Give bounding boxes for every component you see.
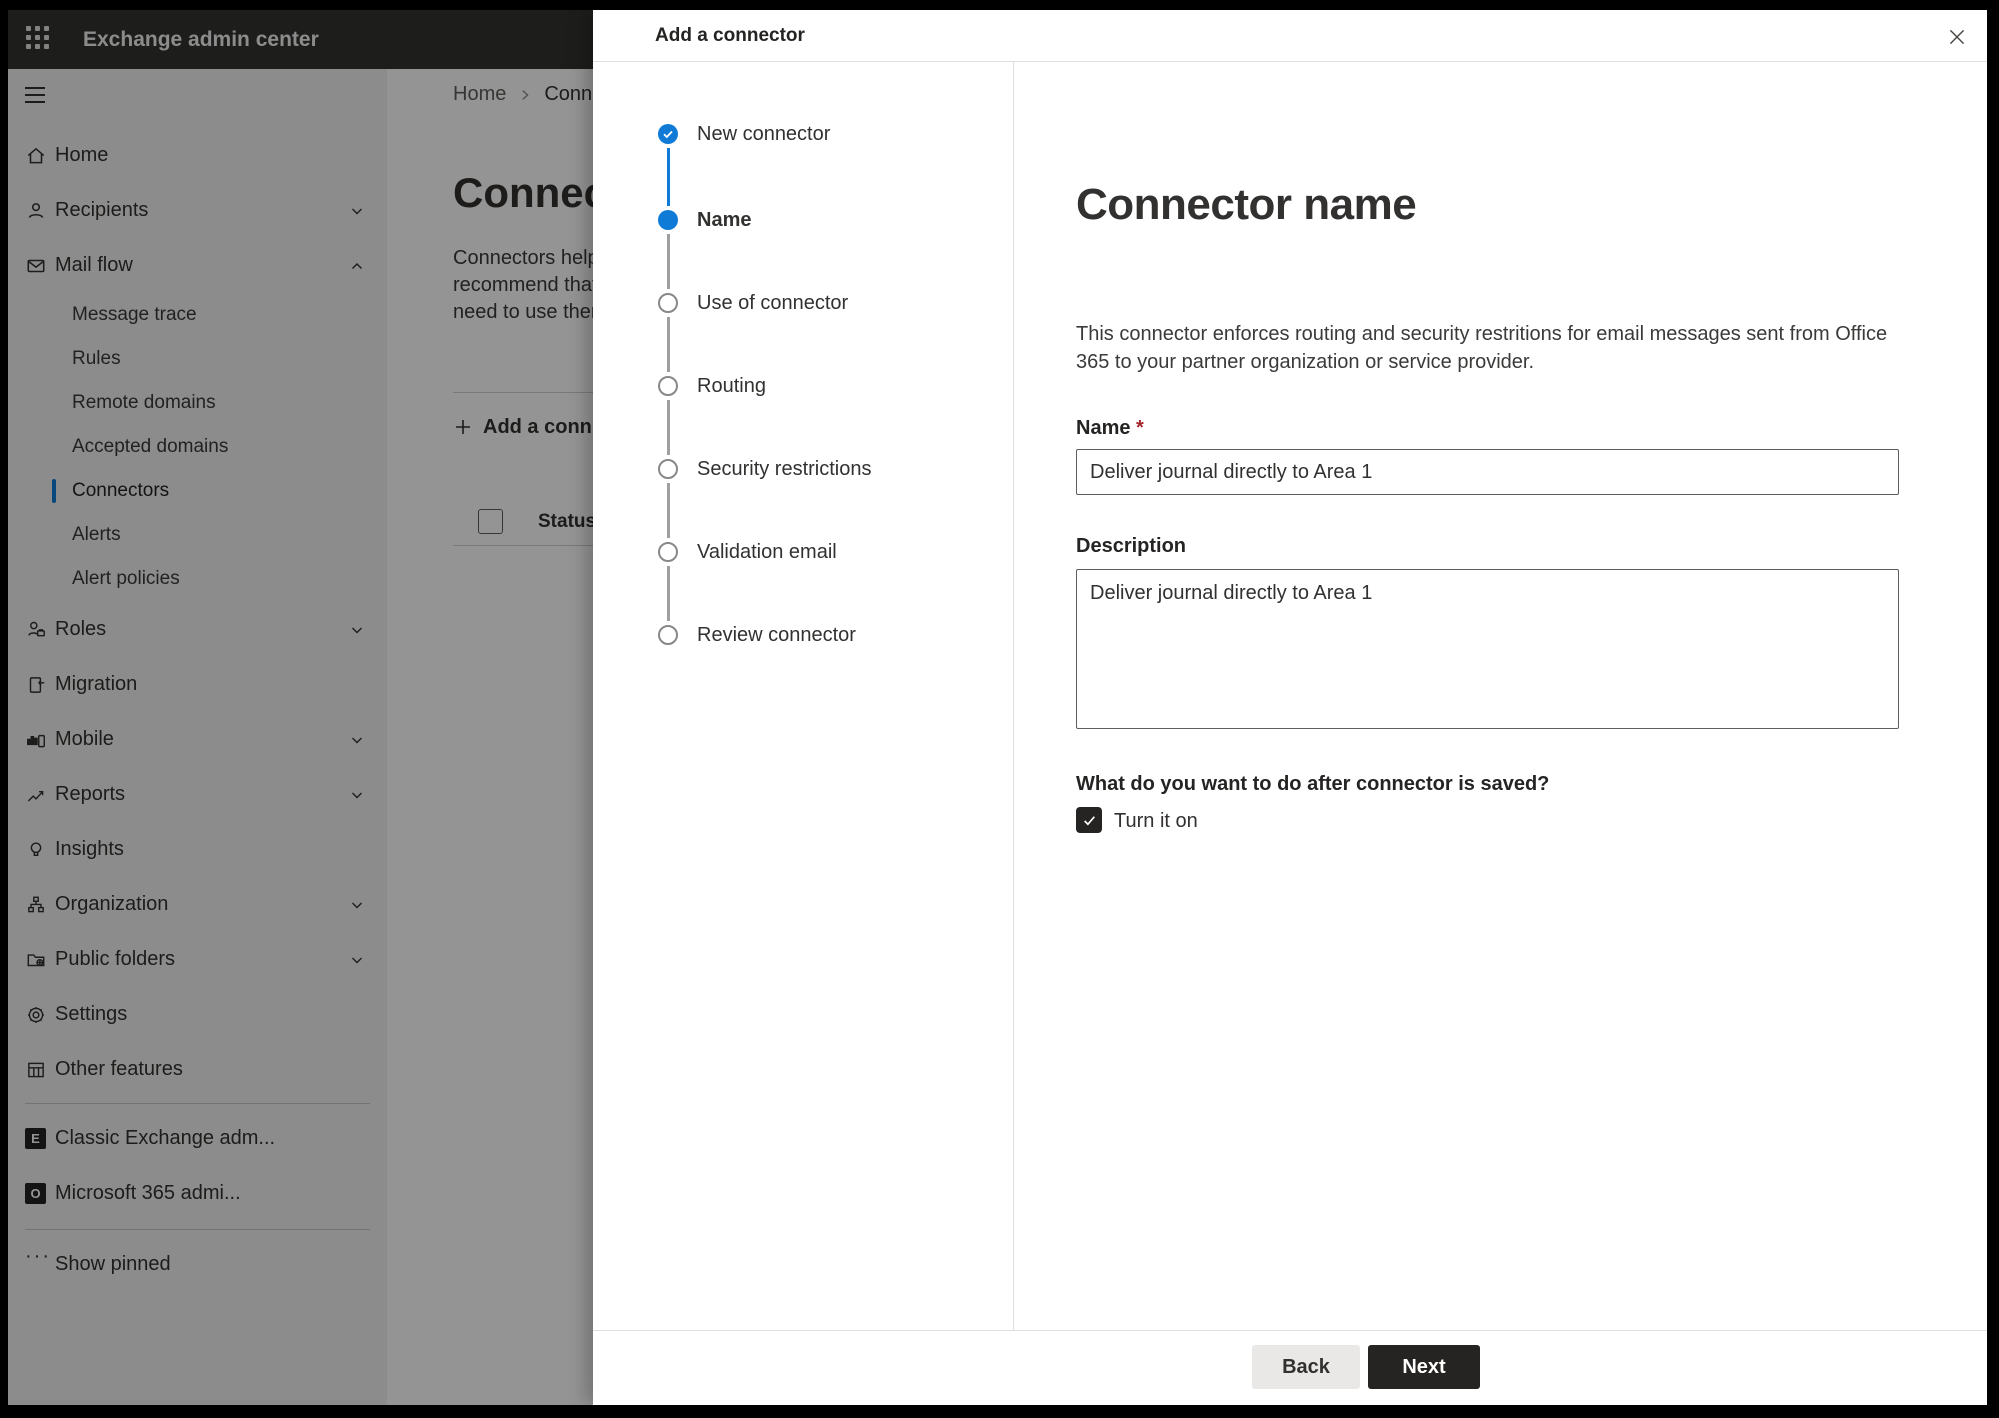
step-upcoming-icon	[658, 376, 678, 396]
step-review-connector[interactable]: Review connector	[593, 621, 1013, 649]
step-connector-line	[667, 400, 670, 455]
step-connector-line	[667, 317, 670, 372]
required-asterisk: *	[1136, 417, 1144, 439]
step-connector-line	[667, 234, 670, 289]
modal-title: Add a connector	[655, 25, 805, 46]
step-connector-line	[667, 566, 670, 621]
after-save-question: What do you want to do after connector i…	[1076, 773, 1550, 795]
step-connector-line	[667, 148, 670, 206]
screenshot-frame: Exchange admin center Home Recipients Ma…	[0, 0, 1999, 1418]
step-validation-email[interactable]: Validation email	[593, 538, 1013, 566]
modal-footer: Back Next	[593, 1330, 1987, 1405]
app-window: Exchange admin center Home Recipients Ma…	[8, 10, 1987, 1405]
step-name[interactable]: Name	[593, 206, 1013, 234]
step-connector-line	[667, 483, 670, 538]
step-upcoming-icon	[658, 625, 678, 645]
turn-it-on-checkbox[interactable]	[1076, 807, 1102, 833]
back-button[interactable]: Back	[1252, 1345, 1360, 1389]
step-security-restrictions[interactable]: Security restrictions	[593, 455, 1013, 483]
modal-body: New connector Name Use of connector Rout…	[593, 62, 1987, 1330]
step-current-icon	[658, 210, 678, 230]
next-button[interactable]: Next	[1368, 1345, 1480, 1389]
close-icon[interactable]	[1941, 21, 1973, 53]
step-routing[interactable]: Routing	[593, 372, 1013, 400]
modal-content: Connector name This connector enforces r…	[1014, 62, 1987, 1330]
description-field-label: Description	[1076, 535, 1187, 557]
wizard-steps: New connector Name Use of connector Rout…	[593, 62, 1014, 1330]
turn-it-on-label: Turn it on	[1114, 810, 1198, 832]
add-connector-modal: Add a connector New connector Name Use o…	[593, 10, 1987, 1405]
step-new-connector[interactable]: New connector	[593, 120, 1013, 148]
content-heading: Connector name	[1076, 180, 1417, 229]
step-upcoming-icon	[658, 459, 678, 479]
name-field-label: Name *	[1076, 417, 1144, 439]
content-description: This connector enforces routing and secu…	[1076, 323, 1888, 373]
modal-header: Add a connector	[593, 10, 1987, 62]
name-input[interactable]	[1076, 449, 1899, 495]
step-use-of-connector[interactable]: Use of connector	[593, 289, 1013, 317]
step-upcoming-icon	[658, 293, 678, 313]
description-textarea[interactable]: Deliver journal directly to Area 1	[1076, 569, 1899, 729]
step-completed-icon	[658, 124, 678, 144]
step-upcoming-icon	[658, 542, 678, 562]
